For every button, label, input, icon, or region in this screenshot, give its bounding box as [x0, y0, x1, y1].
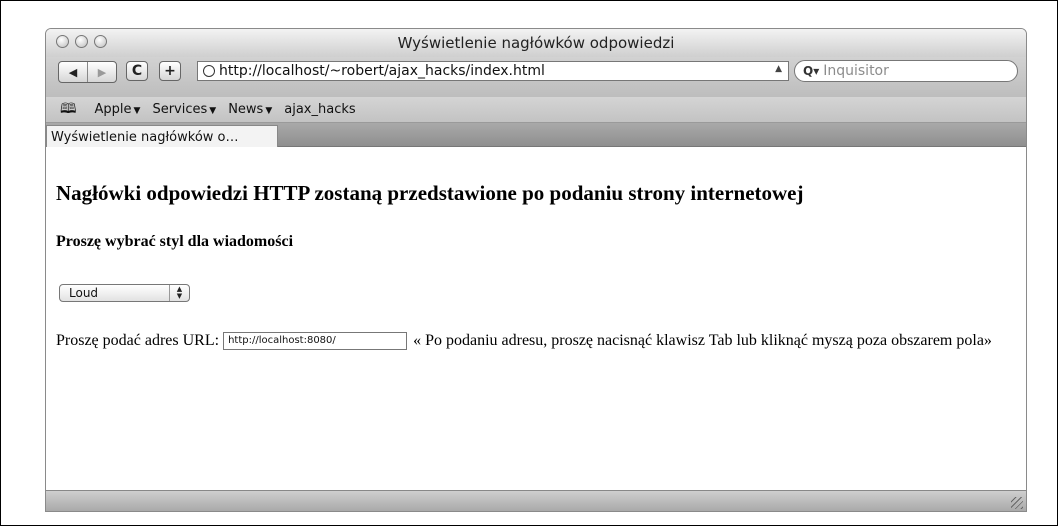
url-hint: « Po podaniu adresu, proszę nacisnąć kla…: [413, 332, 992, 349]
tab-bar: Wyświetlenie nagłówków o…: [46, 123, 1026, 147]
style-prompt: Proszę wybrać styl dla wiadomości: [56, 233, 294, 250]
url-input[interactable]: http://localhost:8080/: [223, 332, 408, 351]
browser-window: Wyświetlenie nagłówków odpowiedzi ◀ ▶ C …: [45, 28, 1027, 512]
open-book-icon[interactable]: 🕮: [60, 98, 77, 122]
resize-grip-icon[interactable]: [1011, 497, 1023, 509]
page-heading: Nagłówki odpowiedzi HTTP zostaną przedst…: [56, 181, 804, 205]
tab-active[interactable]: Wyświetlenie nagłówków o…: [46, 125, 278, 147]
chevron-down-icon: ▼: [133, 106, 141, 116]
bookmarks-bar: 🕮 Apple ▼ Services ▼ News ▼ ajax_hacks: [46, 97, 1026, 123]
bookmark-services-label: Services: [152, 102, 208, 117]
select-arrows-icon: ▲ ▼: [169, 285, 189, 301]
bookmark-news-label: News: [228, 102, 264, 117]
status-bar: [46, 490, 1026, 511]
toolbar: ◀ ▶ C + http://localhost/~robert/ajax_ha…: [46, 57, 1026, 97]
bookmark-services[interactable]: Services ▼: [152, 102, 216, 117]
style-select-value: Loud: [69, 286, 99, 300]
bookmark-apple[interactable]: Apple ▼: [95, 102, 141, 117]
magnifier-icon: Q▾: [803, 64, 820, 78]
reload-button[interactable]: C: [126, 61, 148, 81]
forward-button[interactable]: ▶: [87, 62, 116, 82]
bookmark-ajax-hacks-label: ajax_hacks: [284, 102, 356, 117]
url-label: Proszę podać adres URL:: [56, 332, 220, 349]
plus-icon: +: [164, 63, 176, 79]
address-text: http://localhost/~robert/ajax_hacks/inde…: [219, 63, 545, 79]
chevron-down-icon: ▼: [265, 106, 273, 116]
bookmark-apple-label: Apple: [94, 102, 132, 117]
add-bookmark-button[interactable]: +: [159, 61, 181, 81]
back-forward-buttons: ◀ ▶: [58, 61, 117, 83]
search-placeholder: Inquisitor: [823, 63, 889, 79]
forward-arrow-icon: ▶: [97, 65, 107, 79]
back-arrow-icon: ◀: [68, 65, 78, 79]
bookmark-ajax-hacks[interactable]: ajax_hacks: [284, 102, 355, 117]
reload-icon: C: [131, 63, 143, 79]
url-row: Proszę podać adres URL: http://localhost:…: [56, 330, 1021, 351]
chevron-down-icon: ▼: [209, 106, 217, 116]
globe-icon: [203, 65, 215, 77]
title-bar: Wyświetlenie nagłówków odpowiedzi: [46, 29, 1026, 57]
window-title: Wyświetlenie nagłówków odpowiedzi: [397, 34, 675, 52]
bookmark-news[interactable]: News ▼: [228, 102, 272, 117]
address-history-icon[interactable]: ▲: [775, 64, 782, 74]
style-select[interactable]: Loud ▲ ▼: [59, 284, 190, 302]
page-content: Nagłówki odpowiedzi HTTP zostaną przedst…: [46, 147, 1026, 490]
search-field[interactable]: Q▾ Inquisitor: [794, 60, 1018, 82]
address-bar[interactable]: http://localhost/~robert/ajax_hacks/inde…: [197, 61, 789, 81]
back-button[interactable]: ◀: [59, 62, 87, 82]
